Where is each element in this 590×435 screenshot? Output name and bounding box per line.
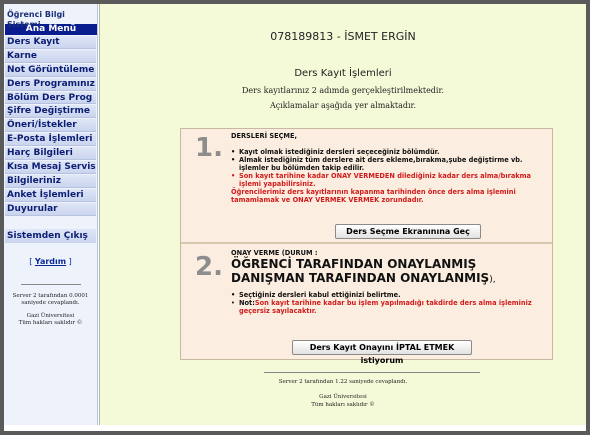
page-subtitle: Ders kayıtlarınız 2 adımda gerçekleştiri…: [242, 86, 444, 95]
sidebar-divider: [20, 283, 81, 285]
footer-divider: [264, 372, 480, 373]
logout-link[interactable]: Sistemden Çıkış: [5, 228, 96, 243]
page-description: Açıklamalar aşağıda yer almaktadır.: [269, 101, 417, 110]
main-content: 078189813 - İSMET ERGİN Ders Kayıt İşlem…: [99, 4, 586, 425]
sidebar-item-surveys[interactable]: Anket İşlemleri: [5, 188, 96, 202]
sidebar-item-suggestions[interactable]: Öneri/İstekler: [5, 119, 96, 133]
advisor-approval-line: DANIŞMAN TARAFINDAN ONAYLANMIŞ),: [231, 271, 496, 285]
step-2-content: ONAY VERME (DURUM : ÖĞRENCİ TARAFINDAN O…: [231, 249, 549, 315]
sidebar-item-sms[interactable]: Kısa Mesaj Servisi: [5, 161, 96, 174]
advisor-approval-status: DANIŞMAN TARAFINDAN ONAYLANMIŞ: [231, 271, 490, 285]
system-title: Öğrenci Bilgi Sistemi: [7, 10, 65, 29]
sidebar-copyright: Tüm hakları saklıdır ©: [18, 319, 83, 326]
go-to-course-selection-button[interactable]: Ders Seçme Ekranınına Geç: [335, 224, 481, 239]
step-1-content: DERSLERİ SEÇME, Kayıt olmak istediğiniz …: [231, 132, 549, 204]
step-1-bullet-2: Almak istediğiniz tüm derslere ait ders …: [231, 156, 549, 172]
sidebar-item-email[interactable]: E-Posta İşlemleri: [5, 133, 96, 147]
student-id-name: 078189813 - İSMET ERGİN: [270, 30, 416, 43]
step-2-number: 2.: [195, 252, 223, 282]
copyright: Tüm hakları saklıdır ©: [311, 402, 375, 408]
step-2-bullet-2: Not:Son kayıt tarihine kadar bu işlem ya…: [231, 299, 549, 315]
sidebar-server-info: Server 2 tarafından 0.0001 saniyede ceva…: [12, 292, 89, 306]
server-info: Server 2 tarafından 1.22 saniyede cevapl…: [278, 379, 408, 385]
help-link-wrapper: [ Yardım ]: [29, 256, 72, 266]
page-title: Ders Kayıt İşlemleri: [294, 68, 392, 79]
step-2-section: 2. ONAY VERME (DURUM : ÖĞRENCİ TARAFINDA…: [181, 246, 552, 365]
sidebar-item-profile[interactable]: Bilgileriniz: [5, 174, 96, 188]
sidebar-item-fees[interactable]: Harç Bilgileri: [5, 147, 96, 161]
cancel-registration-approval-button[interactable]: Ders Kayıt Onayını İPTAL ETMEK istiyorum: [292, 340, 472, 365]
sidebar-item-change-password[interactable]: Şifre Değiştirme: [5, 105, 96, 119]
sidebar-item-schedule[interactable]: Ders Programınız: [5, 77, 96, 91]
step-1-bullet-1: Kayıt olmak istediğiniz dersleri seçeceğ…: [231, 148, 549, 156]
sidebar-item-department-schedule[interactable]: Bölüm Ders Prog: [5, 91, 96, 105]
step-1-section: 1. DERSLERİ SEÇME, Kayıt olmak istediğin…: [181, 129, 552, 244]
sidebar-item-announcements[interactable]: Duyurular: [5, 202, 96, 216]
sidebar-item-grades[interactable]: Not Görüntüleme: [5, 63, 96, 77]
step-1-title: DERSLERİ SEÇME,: [231, 132, 297, 140]
sidebar-university: Gazi Üniversitesi: [26, 312, 75, 319]
step-1-warning: Öğrencilerimiz ders kayıtlarının kapanma…: [231, 188, 516, 204]
step-2-bullet-1: Seçtiğiniz dersleri kabul ettiğinizi bel…: [231, 291, 549, 299]
sidebar-item-course-registration[interactable]: Ders Kayıt: [5, 36, 96, 49]
step-2-title: ONAY VERME (DURUM :: [231, 249, 318, 257]
step-1-number: 1.: [195, 133, 223, 163]
sidebar-item-report-card[interactable]: Karne: [5, 49, 96, 63]
sidebar: Öğrenci Bilgi Sistemi Ana Menü Ders Kayı…: [4, 4, 98, 425]
university-name: Gazi Üniversitesi: [319, 394, 367, 400]
student-approval-status: ÖĞRENCİ TARAFINDAN ONAYLANMIŞ: [231, 257, 477, 271]
steps-panel: 1. DERSLERİ SEÇME, Kayıt olmak istediğin…: [180, 128, 553, 365]
step-1-bullet-3: Son kayıt tarihine kadar ONAY VERMEDEN d…: [231, 172, 549, 188]
help-link[interactable]: Yardım: [35, 257, 66, 266]
